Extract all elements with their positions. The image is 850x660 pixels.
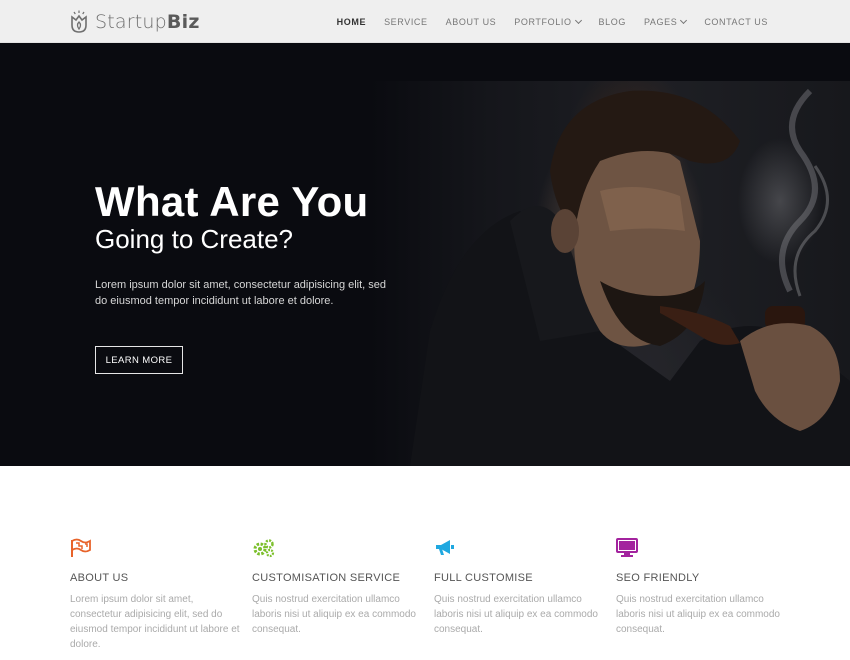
logo[interactable]: StartupBiz xyxy=(69,10,200,34)
feature-title: FULL CUSTOMISE xyxy=(434,572,533,584)
nav-item-portfolio[interactable]: PORTFOLIO xyxy=(514,16,582,27)
nav-item-label: ABOUT US xyxy=(445,16,497,27)
site-header: StartupBiz HOME SERVICE ABOUT US PORTFOL… xyxy=(0,0,850,43)
nav-item-blog[interactable]: BLOG xyxy=(599,17,626,27)
man-with-pipe-illustration xyxy=(410,88,850,466)
feature-title: ABOUT US xyxy=(70,572,129,584)
nav-item-service[interactable]: SERVICE xyxy=(384,17,428,27)
hero-background-photo xyxy=(370,81,850,466)
hero-description: Lorem ipsum dolor sit amet, consectetur … xyxy=(95,279,387,307)
brand-name-light: Startup xyxy=(95,11,167,33)
features-section: ABOUT US Lorem ipsum dolor sit amet, con… xyxy=(0,466,850,660)
nav-item-label: BLOG xyxy=(598,16,626,27)
feature-title: SEO FRIENDLY xyxy=(616,572,700,584)
nav-item-label: PAGES xyxy=(643,16,678,27)
feature-full-customise: FULL CUSTOMISE Quis nostrud exercitation… xyxy=(434,538,604,637)
feature-about-us: ABOUT US Lorem ipsum dolor sit amet, con… xyxy=(70,538,240,652)
nav-item-pages[interactable]: PAGES xyxy=(643,16,688,27)
feature-customisation-service: CUSTOMISATION SERVICE Quis nostrud exerc… xyxy=(252,538,422,637)
feature-text: Quis nostrud exercitation ullamco labori… xyxy=(252,594,416,635)
feature-text: Lorem ipsum dolor sit amet, consectetur … xyxy=(70,594,240,650)
flag-icon xyxy=(70,538,94,558)
hero-subtitle: Going to Create? xyxy=(95,224,294,254)
feature-title: CUSTOMISATION SERVICE xyxy=(252,572,401,584)
hero-title: What Are You xyxy=(95,178,369,225)
feature-text: Quis nostrud exercitation ullamco labori… xyxy=(434,594,598,635)
nav-item-label: SERVICE xyxy=(384,16,428,27)
nav-item-label: PORTFOLIO xyxy=(514,16,572,27)
brand-name: StartupBiz xyxy=(95,11,200,33)
chevron-down-icon xyxy=(574,16,582,24)
feature-text: Quis nostrud exercitation ullamco labori… xyxy=(616,594,780,635)
hero-section: What Are You Going to Create? Lorem ipsu… xyxy=(0,43,850,466)
learn-more-button[interactable]: LEARN MORE xyxy=(95,346,183,374)
monitor-icon xyxy=(616,538,640,558)
tulip-logo-icon xyxy=(71,10,87,33)
brand-name-bold: Biz xyxy=(166,11,200,33)
chevron-down-icon xyxy=(680,16,688,24)
page: StartupBiz HOME SERVICE ABOUT US PORTFOL… xyxy=(0,0,850,660)
nav-item-label: HOME xyxy=(336,16,367,27)
main-nav: HOME SERVICE ABOUT US PORTFOLIO BLOG PAG… xyxy=(319,0,768,43)
nav-item-home[interactable]: HOME xyxy=(337,17,366,27)
megaphone-icon xyxy=(434,538,458,558)
nav-item-about-us[interactable]: ABOUT US xyxy=(446,17,497,27)
gears-icon xyxy=(252,538,276,558)
nav-item-contact-us[interactable]: CONTACT US xyxy=(704,17,768,27)
feature-seo-friendly: SEO FRIENDLY Quis nostrud exercitation u… xyxy=(616,538,786,637)
nav-item-label: CONTACT US xyxy=(704,16,768,27)
